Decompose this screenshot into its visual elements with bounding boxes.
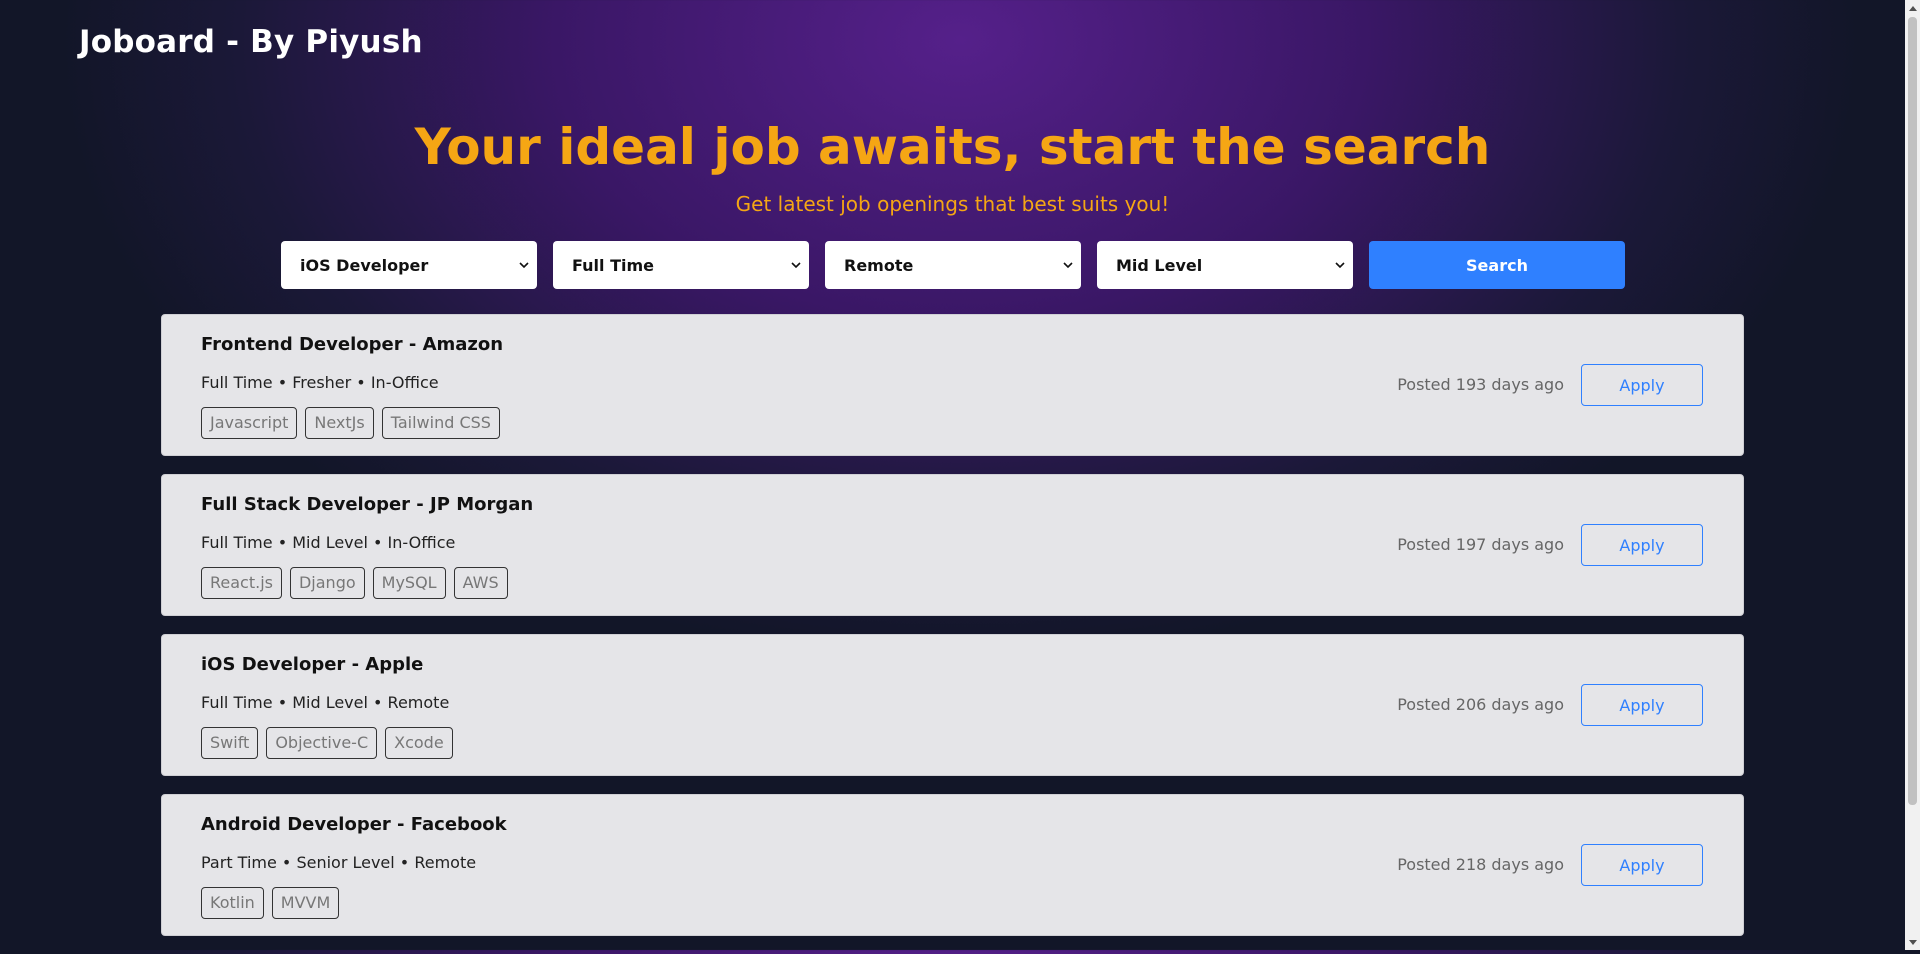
- apply-button[interactable]: Apply: [1581, 364, 1703, 406]
- search-filters: iOS Developer Full Time Remote Mid Level…: [281, 241, 1625, 289]
- job-card: Full Stack Developer - JP Morgan Full Ti…: [161, 474, 1744, 616]
- job-title: Full Stack Developer - JP Morgan: [201, 494, 534, 515]
- hero-title: Your ideal job awaits, start the search: [414, 118, 1491, 176]
- skill-tag: Javascript: [201, 407, 298, 439]
- apply-button[interactable]: Apply: [1581, 844, 1703, 886]
- skill-tag: Django: [289, 567, 365, 599]
- job-card: Frontend Developer - Amazon Full Time • …: [161, 314, 1744, 456]
- posted-date: Posted 193 days ago: [1397, 375, 1564, 394]
- job-title: Frontend Developer - Amazon: [201, 334, 504, 355]
- chevron-down-icon: [791, 262, 801, 269]
- job-title: Android Developer - Facebook: [201, 814, 507, 835]
- experience-level-select[interactable]: Mid Level: [1097, 241, 1353, 289]
- role-select-value: iOS Developer: [300, 255, 429, 275]
- job-meta: Part Time • Senior Level • Remote: [201, 853, 477, 872]
- skill-tag: MySQL: [372, 567, 446, 599]
- job-meta: Full Time • Fresher • In-Office: [201, 373, 439, 392]
- skill-tag: Kotlin: [201, 887, 264, 919]
- skill-tag: NextJs: [305, 407, 374, 439]
- apply-button[interactable]: Apply: [1581, 684, 1703, 726]
- job-title: iOS Developer - Apple: [201, 654, 424, 675]
- role-select[interactable]: iOS Developer: [281, 241, 537, 289]
- experience-level-select-value: Mid Level: [1116, 255, 1203, 275]
- posted-date: Posted 206 days ago: [1397, 695, 1564, 714]
- skill-tag: MVVM: [271, 887, 340, 919]
- job-type-select-value: Full Time: [572, 255, 654, 275]
- location-select[interactable]: Remote: [825, 241, 1081, 289]
- job-type-select[interactable]: Full Time: [553, 241, 809, 289]
- apply-button[interactable]: Apply: [1581, 524, 1703, 566]
- skill-tag: React.js: [201, 567, 282, 599]
- posted-date: Posted 218 days ago: [1397, 855, 1564, 874]
- chevron-down-icon: [1335, 262, 1345, 269]
- job-list: Frontend Developer - Amazon Full Time • …: [161, 314, 1744, 954]
- job-card: iOS Developer - Apple Full Time • Mid Le…: [161, 634, 1744, 776]
- vertical-scrollbar[interactable]: [1905, 0, 1920, 950]
- skill-tag: Swift: [201, 727, 259, 759]
- skill-tag: AWS: [453, 567, 508, 599]
- scroll-up-arrow-icon[interactable]: [1905, 0, 1920, 15]
- job-card: Android Developer - Facebook Part Time •…: [161, 794, 1744, 936]
- skill-tags: Swift Objective-C Xcode: [201, 727, 453, 759]
- skill-tags: React.js Django MySQL AWS: [201, 567, 508, 599]
- skill-tag: Objective-C: [266, 727, 378, 759]
- scrollbar-thumb[interactable]: [1908, 17, 1917, 805]
- chevron-down-icon: [519, 262, 529, 269]
- location-select-value: Remote: [844, 255, 914, 275]
- app-brand[interactable]: Joboard - By Piyush: [79, 24, 423, 60]
- job-meta: Full Time • Mid Level • In-Office: [201, 533, 456, 552]
- search-button[interactable]: Search: [1369, 241, 1625, 289]
- skill-tag: Xcode: [385, 727, 453, 759]
- hero-subtitle: Get latest job openings that best suits …: [735, 192, 1170, 216]
- skill-tag: Tailwind CSS: [381, 407, 500, 439]
- skill-tags: Kotlin MVVM: [201, 887, 340, 919]
- posted-date: Posted 197 days ago: [1397, 535, 1564, 554]
- scroll-down-arrow-icon[interactable]: [1905, 935, 1920, 950]
- job-meta: Full Time • Mid Level • Remote: [201, 693, 450, 712]
- skill-tags: Javascript NextJs Tailwind CSS: [201, 407, 500, 439]
- chevron-down-icon: [1063, 262, 1073, 269]
